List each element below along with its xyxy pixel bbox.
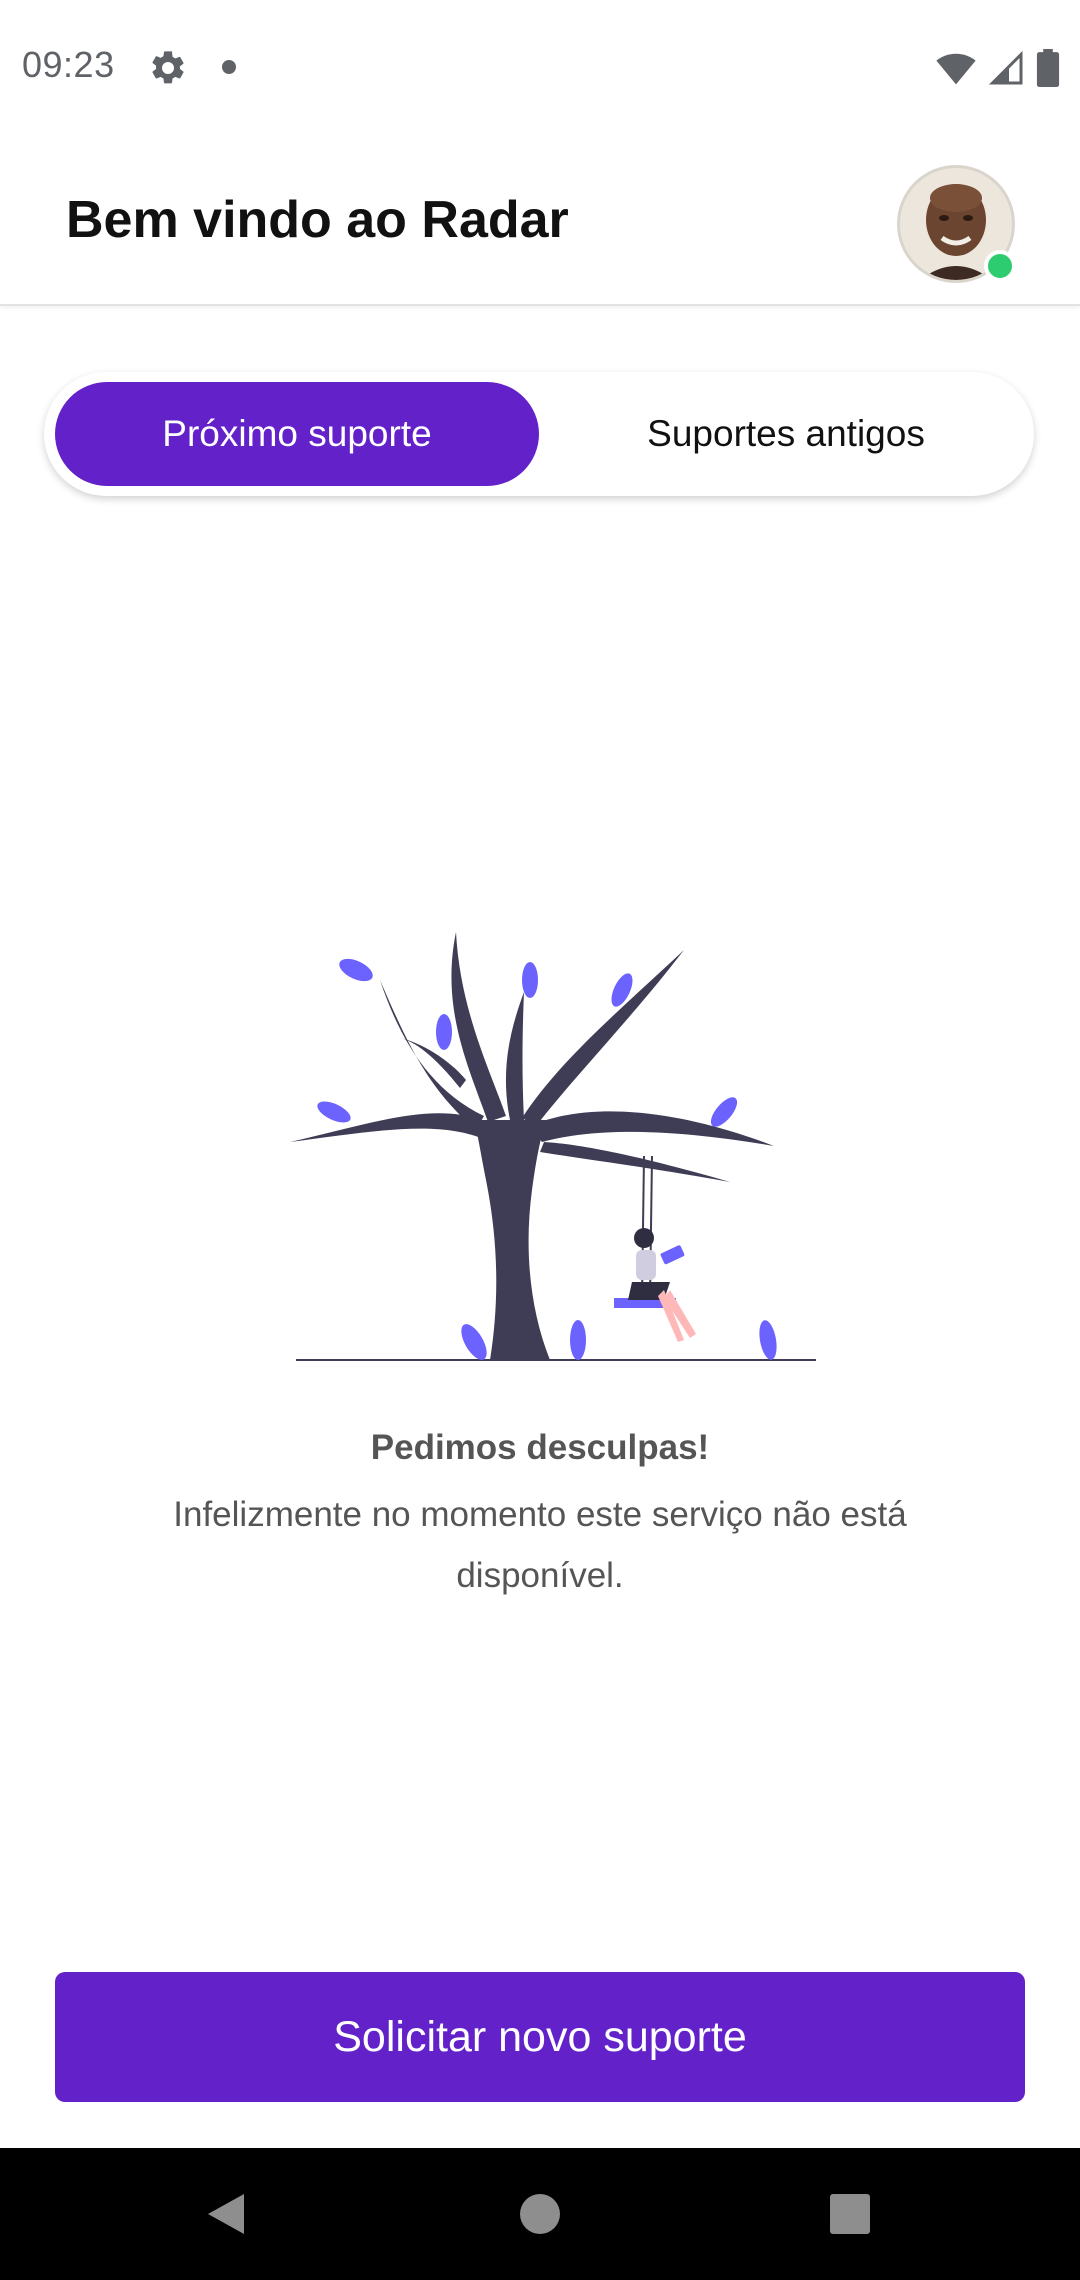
support-tabs: Próximo suporte Suportes antigos	[44, 372, 1034, 496]
page-title: Bem vindo ao Radar	[66, 191, 569, 249]
tab-proximo-suporte[interactable]: Próximo suporte	[55, 382, 539, 486]
recents-square-icon	[830, 2194, 870, 2234]
nav-home-button[interactable]	[510, 2184, 570, 2244]
settings-gear-icon	[152, 51, 184, 84]
online-status-dot	[984, 250, 1016, 282]
tab-suportes-antigos[interactable]: Suportes antigos	[544, 382, 1028, 486]
nav-recents-button[interactable]	[820, 2184, 880, 2244]
notification-dot-icon	[222, 60, 236, 74]
tree-with-swing-illustration	[290, 932, 816, 1361]
status-time: 09:23	[22, 44, 115, 85]
status-bar: 09:23	[0, 0, 1080, 134]
home-circle-icon	[520, 2194, 560, 2234]
system-nav-bar	[0, 2148, 1080, 2280]
app-header: Bem vindo ao Radar	[0, 134, 1080, 306]
back-triangle-icon	[208, 2194, 244, 2234]
empty-state-title: Pedimos desculpas!	[370, 1428, 710, 1467]
status-icons	[936, 48, 1060, 88]
empty-state-message: Infelizmente no momento este serviço não…	[173, 1495, 907, 1595]
wifi-icon	[936, 53, 976, 85]
cell-signal-icon	[988, 50, 1023, 85]
request-support-button[interactable]: Solicitar novo suporte	[55, 1972, 1025, 2102]
battery-icon	[1036, 49, 1060, 87]
nav-back-button[interactable]	[196, 2184, 256, 2244]
app-screen: 09:23 Bem vindo ao Radar Próximo suporte…	[0, 0, 1080, 2280]
